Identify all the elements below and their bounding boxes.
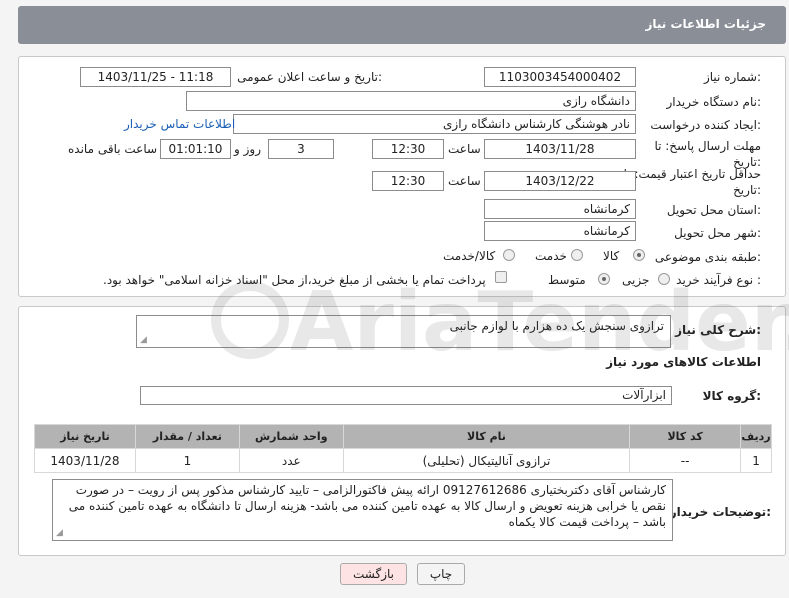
page-header: جزئیات اطلاعات نیاز [18, 6, 786, 44]
category-option-both: کالا/خدمت [443, 249, 496, 263]
announce-field: 1403/11/25 - 11:18 [80, 67, 231, 87]
payment-note: پرداخت تمام یا بخشی از مبلغ خرید،از محل … [103, 273, 486, 287]
description-text: ترازوی سنجش یک ده هزارم با لوازم جانبی [449, 319, 664, 333]
page-title: جزئیات اطلاعات نیاز [645, 17, 766, 31]
col-row-number: ردیف [740, 424, 772, 449]
table-header-row: ردیف کد کالا نام کالا واحد شمارش تعداد /… [34, 424, 772, 449]
province-field: کرمانشاه [484, 199, 636, 219]
buyer-org-field: دانشگاه رازی [186, 91, 636, 111]
col-item-name: نام کالا [342, 424, 631, 449]
col-need-date: تاریخ نیاز [34, 424, 136, 449]
cell-unit: عدد [238, 448, 344, 473]
days-word: روز و [234, 142, 261, 156]
cell-need-date: 1403/11/28 [34, 448, 136, 473]
resize-grip-icon: ◢ [140, 335, 147, 345]
col-unit: واحد شمارش [238, 424, 344, 449]
requester-label: ایجاد کننده درخواست: [650, 118, 761, 132]
goods-info-title: اطلاعات کالاهای مورد نیاز [606, 355, 761, 369]
category-label: طبقه بندی موضوعی: [654, 250, 761, 264]
category-radio-both[interactable] [503, 249, 515, 261]
col-item-code: کد کالا [629, 424, 742, 449]
validity-label-text: حداقل تاریخ اعتبار قیمت: تا تاریخ: [623, 167, 761, 197]
category-radio-goods[interactable] [633, 249, 645, 261]
deadline-time-word: ساعت [448, 142, 481, 156]
validity-date-field: 1403/12/22 [484, 171, 636, 191]
need-number-field: 1103003454000402 [484, 67, 636, 87]
back-button[interactable]: بازگشت [340, 563, 407, 585]
remaining-word: ساعت باقی مانده [68, 142, 158, 156]
city-field: کرمانشاه [484, 221, 636, 241]
description-label: شرح کلی نیاز: [675, 323, 761, 337]
validity-time-field: 12:30 [372, 171, 444, 191]
process-option-minor: جزیی [622, 273, 650, 287]
buyer-org-label: نام دستگاه خریدار: [666, 95, 762, 109]
validity-label: حداقل تاریخ اعتبار قیمت: تا تاریخ: [621, 166, 761, 198]
table-row: 1 -- ترازوی آنالیتیکال (تحلیلی) عدد 1 14… [34, 448, 772, 473]
category-radio-service[interactable] [571, 249, 583, 261]
buyer-notes-field: کارشناس آقای دکتربختیاری 09127612686 ارا… [52, 479, 673, 541]
validity-time-word: ساعت [448, 174, 481, 188]
city-label: شهر محل تحویل: [674, 226, 761, 240]
group-label: گروه کالا: [702, 389, 761, 403]
cell-item-name: ترازوی آنالیتیکال (تحلیلی) [342, 448, 631, 473]
cell-row-number: 1 [740, 448, 772, 473]
cell-item-code: -- [629, 448, 742, 473]
process-label: نوع فرآیند خرید : [676, 273, 761, 287]
category-option-goods: کالا [603, 249, 620, 263]
need-number-label: شماره نیاز: [703, 70, 761, 84]
deadline-label-text: مهلت ارسال پاسخ: تا تاریخ: [654, 139, 761, 169]
requester-field: نادر هوشنگی کارشناس دانشگاه رازی [233, 114, 636, 134]
category-option-service: خدمت [535, 249, 567, 263]
days-field: 3 [268, 139, 334, 159]
group-field: ابزارآلات [140, 386, 672, 405]
remaining-time-field: 01:01:10 [160, 139, 231, 159]
process-radio-medium[interactable] [598, 273, 610, 285]
process-option-medium: متوسط [548, 273, 586, 287]
buyer-notes-label: توضیحات خریدار: [669, 505, 771, 519]
resize-grip-icon: ◢ [56, 528, 63, 538]
deadline-time-field: 12:30 [372, 139, 444, 159]
deadline-date-field: 1403/11/28 [484, 139, 636, 159]
description-field: ترازوی سنجش یک ده هزارم با لوازم جانبی ◢ [136, 315, 671, 348]
treasury-checkbox[interactable] [495, 271, 507, 283]
province-label: استان محل تحویل: [666, 203, 761, 217]
goods-table: ردیف کد کالا نام کالا واحد شمارش تعداد /… [34, 424, 772, 473]
col-quantity: تعداد / مقدار [134, 424, 240, 449]
process-radio-minor[interactable] [658, 273, 670, 285]
print-button[interactable]: چاپ [417, 563, 465, 585]
announce-label: تاریخ و ساعت اعلان عمومی: [237, 70, 382, 84]
contact-buyer-link[interactable]: اطلاعات تماس خریدار [124, 117, 235, 131]
cell-quantity: 1 [134, 448, 240, 473]
buyer-notes-text: کارشناس آقای دکتربختیاری 09127612686 ارا… [68, 483, 666, 529]
